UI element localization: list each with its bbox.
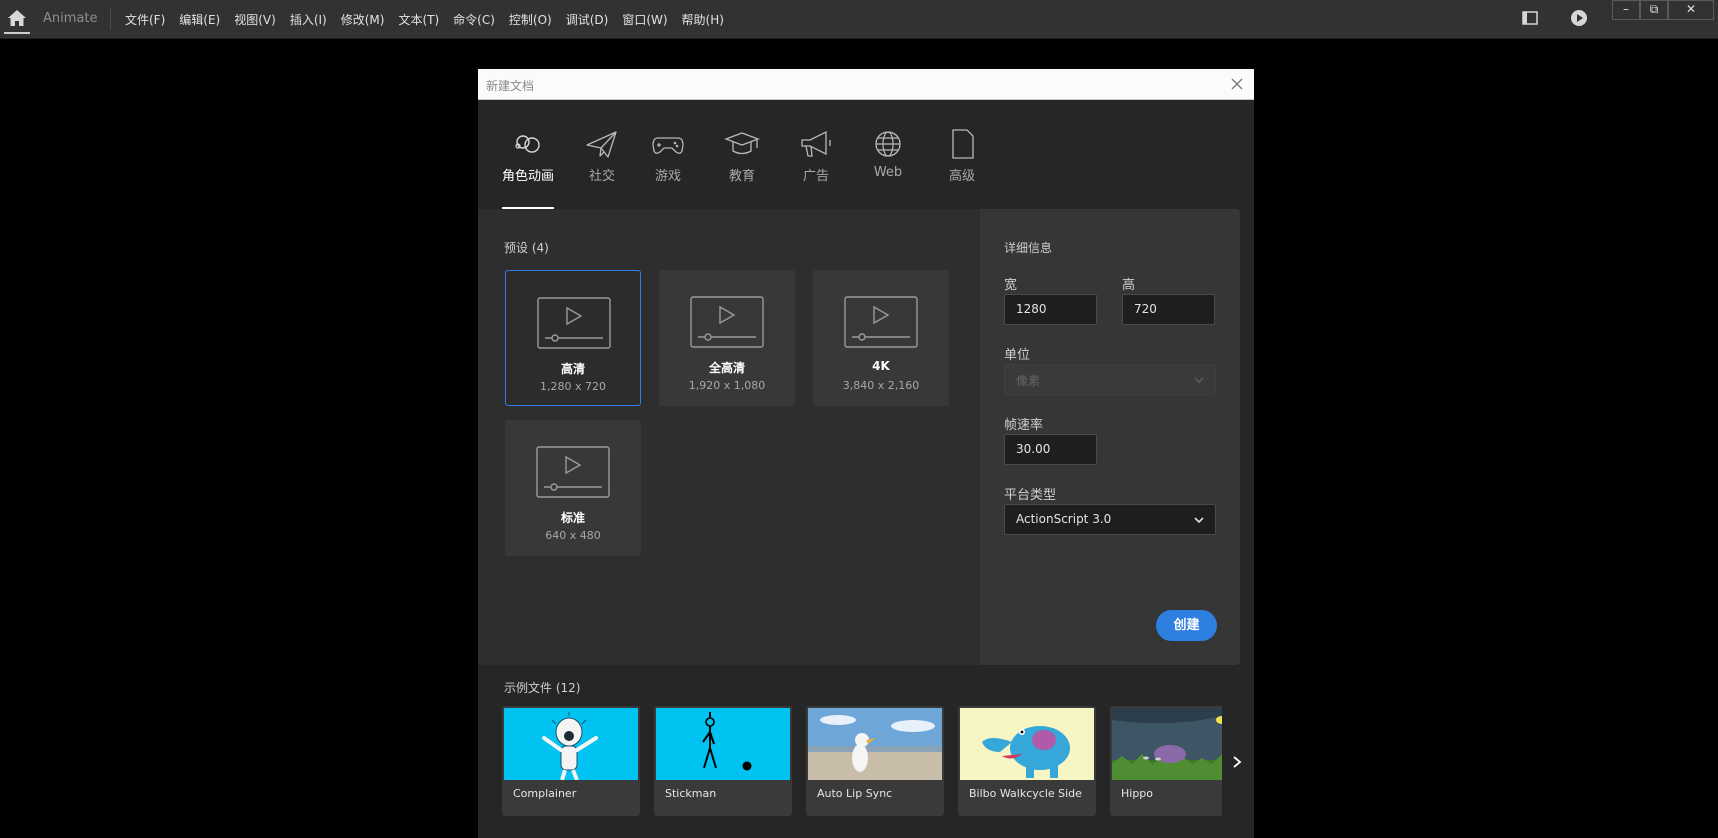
home-button[interactable] xyxy=(4,4,30,34)
minimize-button[interactable]: – xyxy=(1612,0,1640,20)
sample-thumbnail xyxy=(1112,708,1222,780)
menu-debug[interactable]: 调试(D) xyxy=(559,11,616,28)
menu-divider xyxy=(110,8,111,30)
main-menu: 文件(F) 编辑(E) 视图(V) 插入(I) 修改(M) 文本(T) 命令(C… xyxy=(118,0,731,39)
sample-bilbo-walkcycle[interactable]: Bilbo Walkcycle Side xyxy=(958,706,1096,816)
menu-text[interactable]: 文本(T) xyxy=(391,11,446,28)
menu-window[interactable]: 窗口(W) xyxy=(615,11,674,28)
sample-thumbnail xyxy=(808,708,942,780)
menu-modify[interactable]: 修改(M) xyxy=(334,11,392,28)
sample-hippo[interactable]: Hippo xyxy=(1110,706,1222,816)
sample-name: Hippo xyxy=(1121,787,1154,800)
menu-view[interactable]: 视图(V) xyxy=(227,11,283,28)
sample-stickman[interactable]: Stickman xyxy=(654,706,792,816)
sample-name: Stickman xyxy=(665,787,717,800)
stickman-thumbnail-image xyxy=(656,708,790,780)
menu-bar: Animate 文件(F) 编辑(E) 视图(V) 插入(I) 修改(M) 文本… xyxy=(0,0,1718,39)
hippo-thumbnail-image xyxy=(1112,708,1222,780)
test-movie-icon[interactable] xyxy=(1570,9,1588,27)
chevron-right-icon[interactable] xyxy=(1230,755,1244,769)
samples-strip: Complainer Stickman Auto Lip Sync Bilbo … xyxy=(478,69,1222,838)
sample-name: Auto Lip Sync xyxy=(817,787,893,800)
complainer-thumbnail-image xyxy=(504,708,638,780)
bilbo-thumbnail-image xyxy=(960,708,1094,780)
restore-button[interactable]: ⧉ xyxy=(1640,0,1668,20)
menu-insert[interactable]: 插入(I) xyxy=(283,11,334,28)
app-name: Animate xyxy=(43,11,98,26)
sample-name: Bilbo Walkcycle Side xyxy=(969,787,1082,800)
menu-commands[interactable]: 命令(C) xyxy=(446,11,502,28)
menu-file[interactable]: 文件(F) xyxy=(118,11,172,28)
home-icon xyxy=(8,10,26,26)
sample-name: Complainer xyxy=(513,787,577,800)
sample-thumbnail xyxy=(504,708,638,780)
dialog-close-icon[interactable] xyxy=(1228,75,1246,93)
lip-sync-thumbnail-image xyxy=(808,708,942,780)
sample-auto-lip-sync[interactable]: Auto Lip Sync xyxy=(806,706,944,816)
menu-help[interactable]: 帮助(H) xyxy=(675,11,731,28)
new-document-dialog: 新建文档 角色动画 社交 游戏 教育 广告 Web 高级 预设 (4) 高清 1… xyxy=(478,69,1254,838)
sample-thumbnail xyxy=(960,708,1094,780)
close-button[interactable]: ✕ xyxy=(1668,0,1714,20)
menu-control[interactable]: 控制(O) xyxy=(502,11,559,28)
sample-complainer[interactable]: Complainer xyxy=(502,706,640,816)
panel-layout-icon[interactable] xyxy=(1522,10,1538,26)
sample-thumbnail xyxy=(656,708,790,780)
menu-edit[interactable]: 编辑(E) xyxy=(172,11,227,28)
